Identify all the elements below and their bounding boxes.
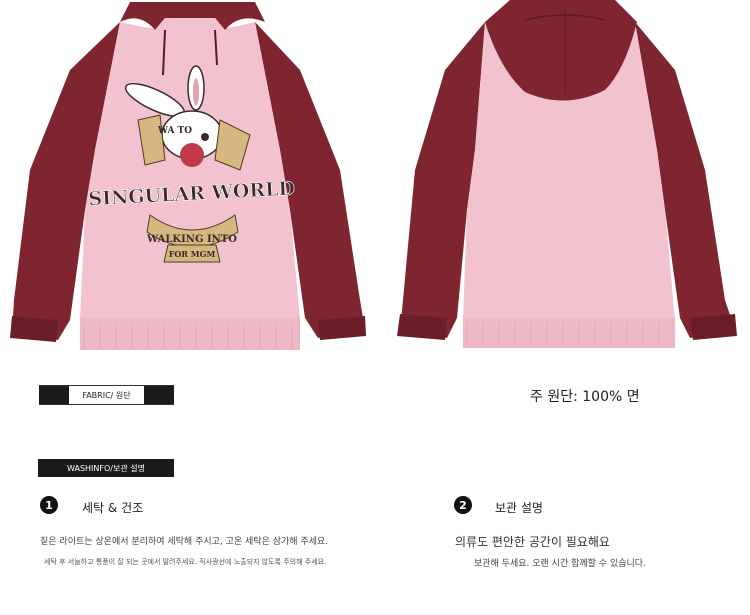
step-2-number-badge: 2	[454, 496, 472, 514]
step-1-number-badge: 1	[40, 496, 58, 514]
fabric-tag-label: FABRIC/ 원단	[82, 390, 131, 400]
hoodie-back-image	[375, 0, 750, 360]
print-bottom-banner: FOR MGM	[169, 249, 216, 259]
fabric-tag-right-bar	[144, 386, 174, 404]
wash-tag: WASHINFO/보관 설명	[38, 459, 174, 477]
step-1-text: 짙은 라이트는 상온에서 분리하여 세탁해 주시고, 고온 세탁은 삼가해 주세…	[40, 537, 329, 547]
step-2-text: 의류도 편안한 공간이 필요해요	[455, 535, 610, 549]
fabric-material: 주 원단: 100% 면	[530, 389, 640, 405]
hoodie-front-image: WA TO SINGULAR WORLD WALKING INTO FOR MG…	[0, 0, 375, 360]
print-middle-banner: WALKING INTO	[146, 234, 237, 245]
step-2-subtext: 보관해 두세요. 오랜 시간 함께할 수 있습니다.	[474, 559, 646, 569]
step-2-title: 보관 설명	[495, 501, 543, 515]
fabric-tag: FABRIC/ 원단	[39, 385, 174, 405]
step-1-title: 세탁 & 건조	[82, 501, 144, 515]
print-top-banner: WA TO	[157, 126, 192, 136]
step-1-subtext: 세탁 후 서늘하고 통풍이 잘 되는 곳에서 말려주세요. 직사광선에 노출되지…	[44, 558, 327, 566]
fabric-tag-left-bar	[39, 386, 69, 404]
wash-tag-label: WASHINFO/보관 설명	[67, 463, 145, 473]
